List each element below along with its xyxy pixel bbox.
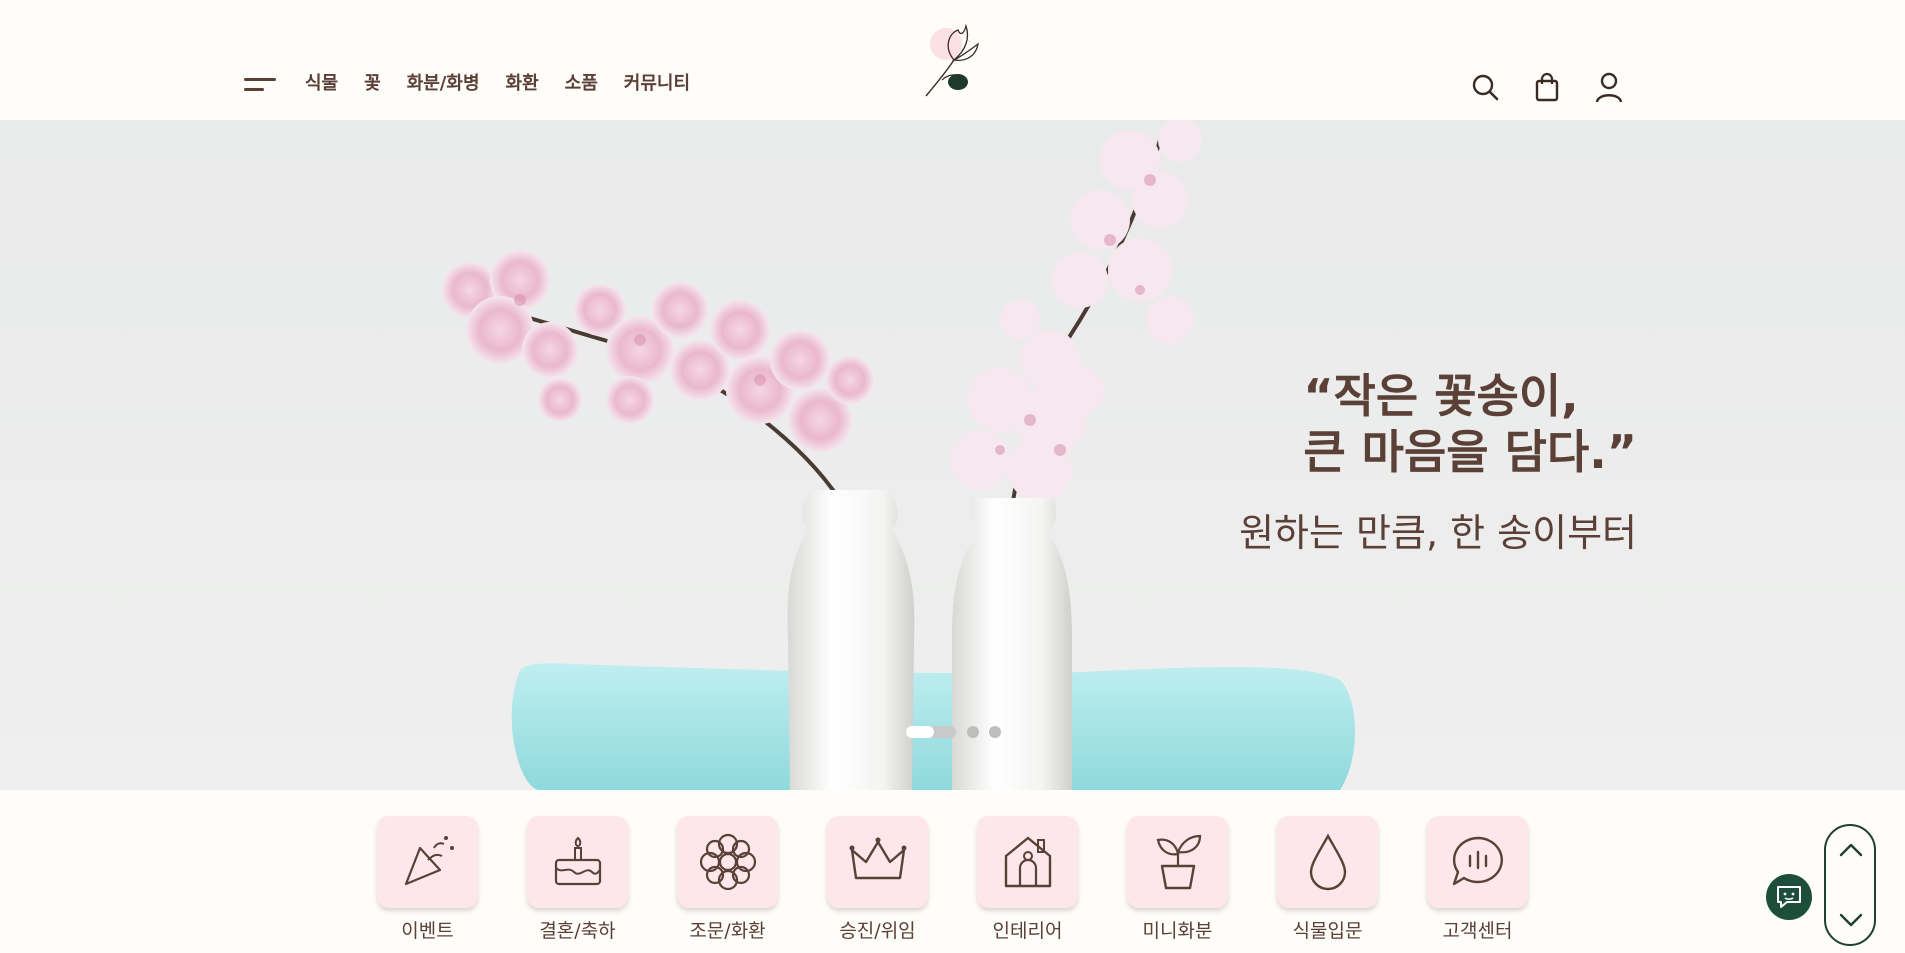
crown-icon	[849, 837, 906, 880]
main-nav: 식물 꽃 화분/화병 화환 소품 커뮤니티	[305, 70, 690, 98]
carousel-dot[interactable]	[967, 726, 979, 738]
carousel-indicators	[906, 726, 1011, 738]
category-label: 인테리어	[992, 920, 1063, 942]
carousel-dot[interactable]	[989, 726, 1001, 738]
category-wedding[interactable]: 결혼/축하	[527, 816, 628, 943]
category-tile	[827, 816, 928, 908]
water-drop-icon	[1309, 833, 1346, 891]
house-icon	[1004, 836, 1051, 888]
category-event[interactable]: 이벤트	[377, 816, 478, 943]
cake-icon	[554, 836, 601, 886]
category-tile	[1127, 816, 1228, 908]
potted-plant-icon	[1156, 834, 1201, 890]
category-mini-pot[interactable]: 미니화분	[1127, 816, 1228, 943]
nav-item-wreaths[interactable]: 화환	[506, 70, 539, 98]
category-label: 승진/위임	[839, 920, 916, 942]
search-icon[interactable]	[1468, 70, 1502, 104]
category-tile	[677, 816, 778, 908]
category-tile	[1277, 816, 1378, 908]
chatbot-button[interactable]	[1766, 874, 1812, 920]
category-tile	[977, 816, 1078, 908]
category-customer-center[interactable]: 고객센터	[1427, 816, 1528, 943]
nav-item-accessories[interactable]: 소품	[565, 70, 598, 98]
chat-bubble-icon	[1452, 836, 1503, 886]
hero-quote-line1: “작은 꽃송이,	[1303, 369, 1579, 423]
category-label: 조문/화환	[689, 920, 766, 942]
shopping-bag-icon[interactable]	[1530, 70, 1564, 104]
nav-item-pots-vases[interactable]: 화분/화병	[407, 70, 480, 98]
category-tile	[527, 816, 628, 908]
party-popper-icon	[404, 836, 454, 886]
hero-banner: “작은 꽃송이, 큰 마음을 담다.” 원하는 만큼, 한 송이부터	[0, 120, 1905, 790]
hero-quote: “작은 꽃송이, 큰 마음을 담다.”	[1303, 368, 1637, 480]
category-interior[interactable]: 인테리어	[977, 816, 1078, 943]
flower-icon	[699, 833, 756, 891]
header-actions	[1468, 70, 1626, 104]
hero-subtitle: 원하는 만큼, 한 송이부터	[1239, 511, 1637, 555]
category-label: 식물입문	[1292, 920, 1363, 942]
nav-item-community[interactable]: 커뮤니티	[624, 70, 690, 98]
category-label: 결혼/축하	[539, 920, 616, 942]
category-label: 고객센터	[1442, 920, 1513, 942]
carousel-dot-active[interactable]	[906, 726, 956, 738]
site-header: 식물 꽃 화분/화병 화환 소품 커뮤니티	[0, 0, 1905, 120]
menu-icon[interactable]	[244, 74, 276, 94]
scroll-control	[1824, 824, 1876, 946]
category-tile	[377, 816, 478, 908]
scroll-up-icon[interactable]	[1838, 840, 1864, 860]
category-tile	[1427, 816, 1528, 908]
category-promotion[interactable]: 승진/위임	[827, 816, 928, 943]
category-shortcuts: 이벤트 결혼/축하 조문/화환 승진/위임 인테리어 미니화분 식물입문 고객센…	[377, 816, 1528, 943]
chatbot-icon	[1777, 886, 1801, 908]
tulip-logo[interactable]	[918, 20, 988, 100]
category-label: 미니화분	[1142, 920, 1213, 942]
category-label: 이벤트	[401, 920, 454, 942]
hero-quote-line2: 큰 마음을 담다.”	[1303, 425, 1637, 479]
nav-item-flowers[interactable]: 꽃	[364, 70, 381, 98]
nav-item-plants[interactable]: 식물	[305, 70, 338, 98]
category-condolence[interactable]: 조문/화환	[677, 816, 778, 943]
user-icon[interactable]	[1592, 70, 1626, 104]
category-plant-beginner[interactable]: 식물입문	[1277, 816, 1378, 943]
scroll-down-icon[interactable]	[1838, 910, 1864, 930]
